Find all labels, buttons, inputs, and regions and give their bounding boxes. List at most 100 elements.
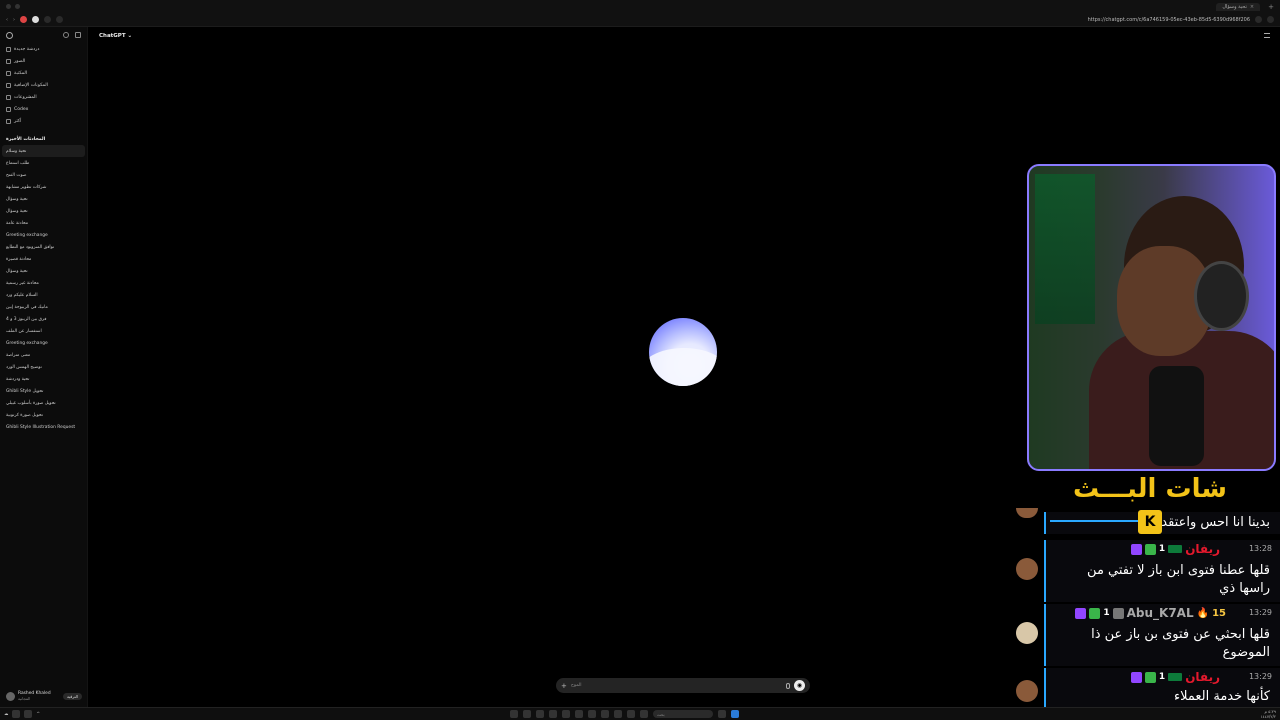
conversation-item[interactable]: توضيح الهمس الورد (0, 361, 87, 373)
browser-menu-icon[interactable] (1267, 16, 1274, 23)
app-icon[interactable] (627, 710, 635, 718)
stream-chat: K بدينا انا احس واعتقد 13:28 1 ريفان قله… (1010, 508, 1280, 707)
message-time: 13:28 (1248, 544, 1272, 553)
sidebar-nav-item[interactable]: Codex (0, 103, 87, 115)
conversation-item[interactable]: السلام عليكم ورد (0, 289, 87, 301)
conversation-item[interactable]: Ghibli Style Illustration Request (0, 421, 87, 433)
taskbar-search[interactable]: بحث (653, 710, 713, 718)
app-icon[interactable] (718, 710, 726, 718)
conversation-item[interactable]: معنى متراصة (0, 349, 87, 361)
conversation-item[interactable]: تحية وسؤال (0, 265, 87, 277)
app-icon[interactable] (510, 710, 518, 718)
sidebar-nav-label: المكتبة (14, 70, 28, 76)
active-tab[interactable]: تحية وسؤال × (1216, 2, 1261, 11)
app-icon[interactable] (536, 710, 544, 718)
user-menu[interactable]: Rashed Khaled المجانية الترقية (0, 685, 88, 707)
windows-start-icon[interactable] (731, 710, 739, 718)
tray-app-icon[interactable] (24, 710, 33, 718)
model-selector[interactable]: ChatGPT ⌄ (99, 33, 132, 39)
clock[interactable]: ٥:٢٩ م ١٤٤٧/٢/٢ (1260, 709, 1276, 719)
sidebar: دردشة جديدة الصور المكتبة المكونات الإضافية… (0, 27, 88, 707)
app-icon[interactable] (523, 710, 531, 718)
sidebar-nav-item[interactable]: الصور (0, 55, 87, 67)
avatar (1016, 622, 1038, 644)
app-icon[interactable] (588, 710, 596, 718)
conversation-item[interactable]: تحية ودردشة (0, 373, 87, 385)
app-icon[interactable] (614, 710, 622, 718)
sidebar-nav-item[interactable]: دردشة جديدة (0, 43, 87, 55)
home-icon[interactable] (56, 16, 63, 23)
twitch-badge-icon (1075, 607, 1087, 619)
projects-icon (6, 94, 11, 100)
search-icon[interactable] (63, 32, 69, 38)
weather-icon[interactable]: ☁ (4, 712, 8, 717)
avatar (1016, 680, 1038, 702)
saudi-flag-icon (1168, 673, 1183, 681)
sidebar-nav-item[interactable]: المكونات الإضافية (0, 79, 87, 91)
tray-app-icon[interactable] (12, 710, 21, 718)
sidebar-nav-label: المكونات الإضافية (14, 82, 48, 88)
recent-chats-heading: المحادثات الأخيرة (6, 136, 46, 142)
sidebar-nav-item[interactable]: المكتبة (0, 67, 87, 79)
toggle-sidebar-icon[interactable] (75, 32, 81, 38)
close-tab-icon[interactable]: × (1250, 4, 1254, 10)
sidebar-nav-label: Codex (14, 106, 29, 112)
voice-mode-button[interactable]: ◉ (794, 680, 805, 691)
openai-logo-icon[interactable] (6, 31, 13, 39)
conversation-item[interactable]: محادثة غير رسمية (0, 277, 87, 289)
new-tab-button[interactable]: + (1268, 3, 1274, 11)
chat-message: 13:29 1 Abu_K7AL 🔥 15 قلها ابحثي عن فتوى… (1044, 604, 1280, 666)
sidebar-nav-item[interactable]: أكثر (0, 115, 87, 127)
app-icon[interactable] (575, 710, 583, 718)
conversation-item[interactable]: تحية وسؤال (0, 205, 87, 217)
images-icon (6, 58, 11, 64)
attach-plus-icon[interactable]: + (561, 682, 567, 690)
back-button[interactable]: ‹ (6, 17, 8, 23)
username: ريفان (1185, 670, 1220, 684)
window-menu-icon[interactable] (6, 4, 11, 9)
taskbar: ☁ ^ بحث ٥:٢٩ م ١٤٤٧/٢/٢ (0, 707, 1280, 720)
user-info: Rashed Khaled المجانية (18, 691, 51, 701)
app-icon[interactable] (562, 710, 570, 718)
refresh-icon[interactable] (44, 16, 51, 23)
new-chat-icon (6, 46, 11, 52)
conversation-item[interactable]: محادثة قصيرة (0, 253, 87, 265)
upgrade-button[interactable]: الترقية (62, 692, 82, 700)
conversation-item[interactable]: تحية وسؤال (0, 193, 87, 205)
app-icon[interactable] (601, 710, 609, 718)
conversation-item[interactable]: تحية وسلام (2, 145, 85, 157)
app-icon[interactable] (640, 710, 648, 718)
address-bar[interactable]: https://chatgpt.com/c/6a746159-05ec-43eb… (1088, 17, 1250, 23)
conversation-item[interactable]: استفسار عن الملف (0, 325, 87, 337)
conversation-item[interactable]: تحويل صورة بأسلوب غيبلي (0, 397, 87, 409)
conversation-item[interactable]: طلب استماع (0, 157, 87, 169)
twitch-badge-icon (1130, 543, 1142, 555)
conversation-item[interactable]: Greeting exchange (0, 229, 87, 241)
conversation-item[interactable]: توافق المنزوبود مع التطابع (0, 241, 87, 253)
conversation-item[interactable]: صوت الفتح (0, 169, 87, 181)
conversation-item[interactable]: Ghibli Style تحويل (0, 385, 87, 397)
conversation-item[interactable]: محادثة عامة (0, 217, 87, 229)
streak-count: 15 (1212, 607, 1226, 619)
forward-button[interactable]: › (13, 17, 15, 23)
microphone-icon[interactable] (786, 682, 790, 689)
extension-icon[interactable] (32, 16, 39, 23)
back-history-icon[interactable] (15, 4, 20, 9)
stream-chat-title: شات البـــث (1073, 474, 1227, 504)
conversation-item[interactable]: شركات تطوير مشابهة (0, 181, 87, 193)
composer-input[interactable]: الموح (571, 683, 782, 688)
profile-icon[interactable] (20, 16, 27, 23)
conversation-item[interactable]: تحويل صورة كرتونية (0, 409, 87, 421)
conversation-item[interactable]: فرق بين الرببوز 3 و 4 (0, 313, 87, 325)
user-plan: المجانية (18, 696, 31, 701)
codex-icon (6, 106, 11, 112)
sidebar-nav-item[interactable]: المشروعات (0, 91, 87, 103)
conversation-item[interactable]: مانيك في الرببوجة إبين (0, 301, 87, 313)
reload-icon[interactable] (1255, 16, 1262, 23)
app-icon[interactable] (549, 710, 557, 718)
tray-arrow-icon[interactable]: ^ (36, 712, 40, 717)
system-tray: ☁ ^ (4, 710, 40, 718)
conversation-item[interactable]: Greeting exchange (0, 337, 87, 349)
composer[interactable]: + الموح ◉ (556, 678, 810, 693)
settings-sliders-icon[interactable] (1264, 33, 1270, 38)
